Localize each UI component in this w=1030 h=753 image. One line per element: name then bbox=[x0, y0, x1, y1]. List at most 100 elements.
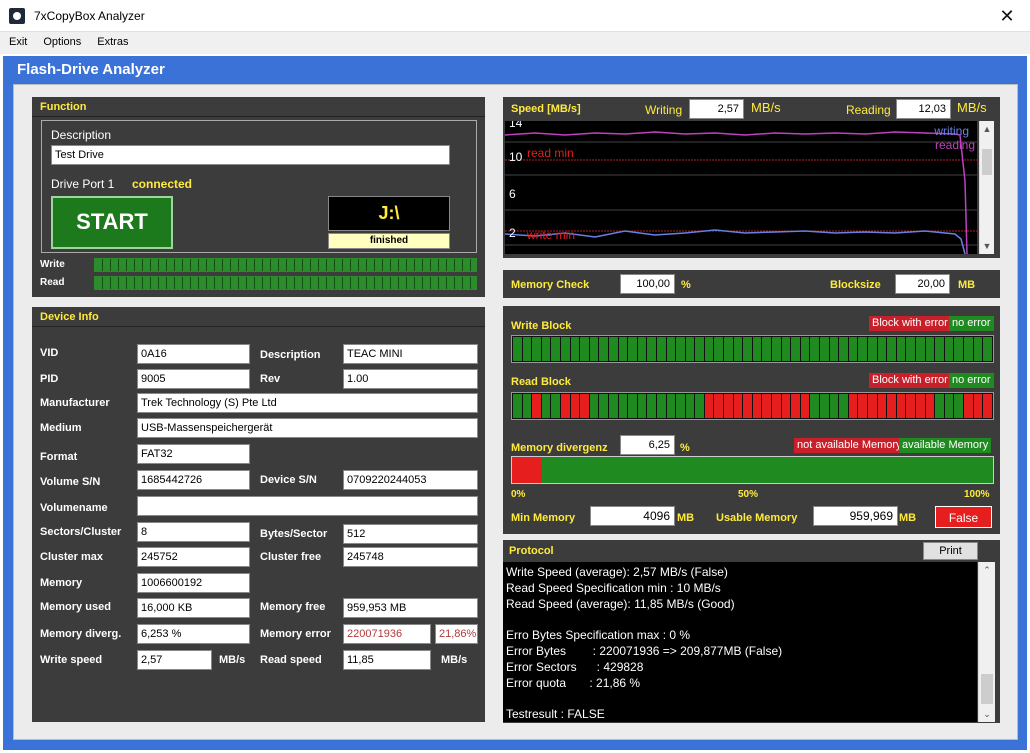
read-min-label: read min bbox=[527, 146, 574, 160]
block-error bbox=[704, 394, 714, 418]
rev-field: 1.00 bbox=[343, 369, 478, 389]
scroll-down-icon[interactable]: ▼ bbox=[980, 238, 994, 254]
block-ok bbox=[973, 337, 983, 361]
read-speed-unit: MB/s bbox=[441, 654, 468, 666]
block-ok bbox=[925, 337, 935, 361]
app-gear-icon bbox=[9, 8, 25, 24]
write-speed-field: 2,57 bbox=[137, 650, 212, 670]
memory-check-label: Memory Check bbox=[511, 279, 590, 291]
block-error bbox=[877, 394, 887, 418]
menu-extras[interactable]: Extras bbox=[88, 32, 135, 48]
legend-reading: reading bbox=[934, 138, 975, 152]
protocol-line: Write Speed (average): 2,57 MB/s (False) bbox=[506, 565, 728, 579]
pid-label: PID bbox=[40, 373, 59, 385]
medium-label: Medium bbox=[40, 422, 82, 434]
memory-used-field: 16,000 KB bbox=[137, 598, 250, 618]
block-error bbox=[752, 394, 762, 418]
speed-header: Speed [MB/s] bbox=[511, 103, 581, 115]
block-error bbox=[714, 394, 724, 418]
block-ok bbox=[513, 394, 522, 418]
drive-status: finished bbox=[328, 233, 450, 249]
block-ok bbox=[589, 394, 599, 418]
block-ok bbox=[522, 337, 532, 361]
speed-graph-scrollbar[interactable]: ▲ ▼ bbox=[979, 121, 994, 254]
block-ok bbox=[618, 394, 628, 418]
block-ok bbox=[695, 394, 704, 418]
protocol-scroll-down-icon[interactable]: ⌄ bbox=[979, 706, 995, 722]
block-ok bbox=[839, 394, 848, 418]
block-error bbox=[906, 394, 915, 418]
speed-graph: 14 10 6 2 read min write min writing rea… bbox=[505, 121, 977, 254]
block-error bbox=[724, 394, 733, 418]
read-block-label: Read Block bbox=[511, 376, 571, 388]
reading-unit: MB/s bbox=[957, 100, 987, 115]
min-memory-unit: MB bbox=[677, 512, 695, 524]
block-ok bbox=[944, 394, 954, 418]
app-title: Flash-Drive Analyzer bbox=[17, 61, 165, 78]
memory-diverg-label: Memory diverg. bbox=[40, 628, 122, 640]
block-ok bbox=[647, 337, 656, 361]
description-field[interactable]: Test Drive bbox=[51, 145, 450, 165]
cluster-free-field: 245748 bbox=[343, 547, 478, 567]
read-legend-error: Block with error bbox=[869, 373, 951, 388]
write-min-label: write min bbox=[527, 228, 576, 242]
block-error bbox=[983, 394, 992, 418]
memory-check-field[interactable]: 100,00 bbox=[620, 274, 675, 294]
block-ok bbox=[608, 394, 618, 418]
block-ok bbox=[877, 337, 887, 361]
app-frame: Flash-Drive Analyzer Function Descriptio… bbox=[3, 56, 1027, 750]
block-ok bbox=[848, 337, 858, 361]
write-speed-label: Write speed bbox=[40, 654, 103, 666]
format-field: FAT32 bbox=[137, 444, 250, 464]
block-ok bbox=[685, 394, 695, 418]
block-ok bbox=[704, 337, 714, 361]
description-info-label: Description bbox=[260, 349, 321, 361]
scroll-up-icon[interactable]: ▲ bbox=[980, 121, 994, 137]
memory-error-field: 220071936 bbox=[343, 624, 431, 644]
start-button[interactable]: START bbox=[51, 196, 173, 249]
block-ok bbox=[695, 337, 704, 361]
function-box: Description Test Drive Drive Port 1 conn… bbox=[41, 120, 477, 253]
scale-100: 100% bbox=[964, 489, 990, 500]
read-block-row bbox=[511, 392, 994, 420]
sectors-cluster-field: 8 bbox=[137, 522, 250, 542]
block-ok bbox=[628, 337, 637, 361]
block-ok bbox=[935, 337, 944, 361]
memory-field: 1006600192 bbox=[137, 573, 250, 593]
device-info-panel: Device Info VID 0A16 Description TEAC MI… bbox=[32, 307, 485, 722]
block-error bbox=[560, 394, 570, 418]
app-content: Function Description Test Drive Drive Po… bbox=[13, 84, 1018, 740]
cluster-max-field: 245752 bbox=[137, 547, 250, 567]
protocol-scroll-thumb[interactable] bbox=[981, 674, 993, 704]
protocol-line: Error Bytes : 220071936 => 209,877MB (Fa… bbox=[506, 643, 783, 658]
legend-not-available: not available Memory bbox=[794, 438, 905, 453]
block-ok bbox=[570, 337, 580, 361]
print-button[interactable]: Print bbox=[923, 542, 978, 560]
menu-exit[interactable]: Exit bbox=[0, 32, 34, 48]
format-label: Format bbox=[40, 451, 78, 463]
memory-error-pct-field: 21,86% bbox=[435, 624, 478, 644]
memory-check-unit: % bbox=[681, 279, 691, 291]
block-ok bbox=[858, 337, 867, 361]
device-info-header: Device Info bbox=[40, 311, 99, 323]
bytes-sector-label: Bytes/Sector bbox=[260, 528, 328, 540]
block-ok bbox=[820, 394, 829, 418]
protocol-header: Protocol bbox=[509, 545, 554, 557]
blocksize-field[interactable]: 20,00 bbox=[895, 274, 950, 294]
close-icon[interactable]: ✕ bbox=[984, 0, 1030, 32]
menu-options[interactable]: Options bbox=[34, 32, 88, 48]
protocol-panel: Protocol Print Write Speed (average): 2,… bbox=[503, 540, 1000, 723]
memory-error-label: Memory error bbox=[260, 628, 331, 640]
block-ok bbox=[781, 337, 791, 361]
scroll-thumb[interactable] bbox=[982, 149, 992, 175]
block-error bbox=[963, 394, 973, 418]
memory-diverg-field: 6,253 % bbox=[137, 624, 250, 644]
function-panel: Function Description Test Drive Drive Po… bbox=[32, 97, 485, 297]
protocol-scroll-up-icon[interactable]: ⌃ bbox=[979, 562, 995, 578]
window-title: 7xCopyBox Analyzer bbox=[34, 9, 145, 23]
protocol-scrollbar[interactable]: ⌃ ⌄ bbox=[978, 562, 995, 722]
block-ok bbox=[772, 337, 781, 361]
block-ok bbox=[599, 394, 608, 418]
memory-free-field: 959,953 MB bbox=[343, 598, 478, 618]
write-progress-bar bbox=[94, 258, 477, 272]
